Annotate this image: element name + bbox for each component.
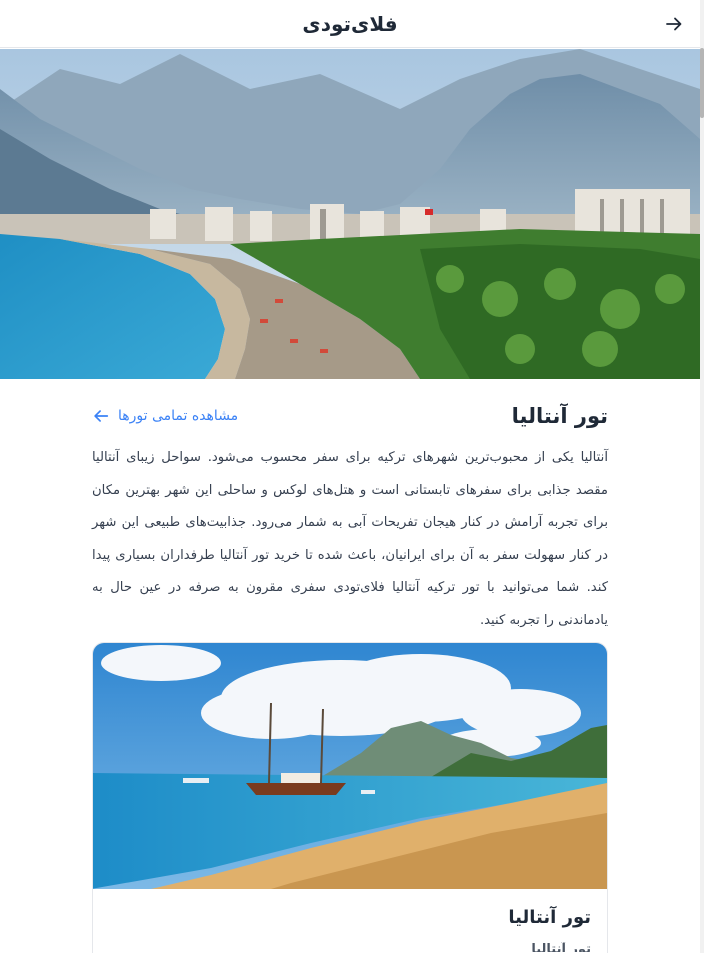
card-image[interactable]	[93, 643, 607, 889]
arrow-left-icon	[94, 410, 109, 422]
brand-logo[interactable]: فلای‌تودی	[302, 12, 397, 36]
content-section: تور آنتالیا مشاهده تمامی تورها آنتالیا ی…	[92, 398, 608, 638]
card-title[interactable]: تور آنتالیا	[109, 907, 591, 928]
arrow-right-icon	[666, 17, 682, 31]
page: فلای‌تودی	[0, 0, 704, 953]
card-subtitle: تور آنتالیا	[531, 942, 591, 952]
card-body: تور آنتالیا تور آنتالیا	[93, 889, 607, 953]
page-title: تور آنتالیا	[511, 404, 608, 428]
all-tours-link[interactable]: مشاهده تمامی تورها	[92, 407, 238, 425]
scrollbar[interactable]	[700, 0, 704, 953]
back-button[interactable]	[662, 12, 686, 36]
app-header: فلای‌تودی	[0, 0, 700, 48]
hero-image	[0, 49, 700, 379]
title-row: تور آنتالیا مشاهده تمامی تورها	[92, 398, 608, 434]
all-tours-link-label: مشاهده تمامی تورها	[118, 408, 239, 424]
scrollbar-thumb[interactable]	[700, 48, 704, 118]
tour-card[interactable]: تور آنتالیا تور آنتالیا	[92, 642, 608, 953]
tour-description: آنتالیا یکی از محبوب‌ترین شهرهای ترکیه ب…	[92, 450, 608, 628]
